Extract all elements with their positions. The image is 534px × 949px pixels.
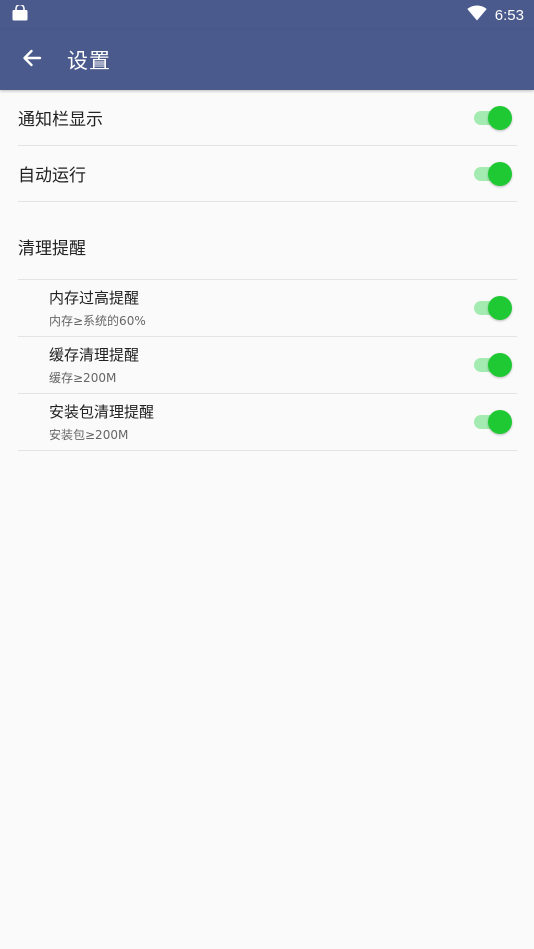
setting-auto-run[interactable]: 自动运行 <box>18 146 517 202</box>
setting-description: 缓存≥200M <box>49 371 117 385</box>
toggle-thumb <box>488 161 512 186</box>
setting-cache-alert[interactable]: 缓存清理提醒 缓存≥200M <box>18 337 517 394</box>
wifi-icon <box>467 5 487 25</box>
setting-apk-alert[interactable]: 安装包清理提醒 安装包≥200M <box>18 394 517 451</box>
arrow-left-icon <box>22 48 42 72</box>
setting-label: 通知栏显示 <box>18 110 103 130</box>
status-time: 6:53 <box>494 6 524 24</box>
setting-notification-bar[interactable]: 通知栏显示 <box>18 90 517 146</box>
apk-alert-toggle[interactable] <box>474 410 512 434</box>
back-button[interactable] <box>0 30 64 90</box>
section-header-cleanup: 清理提醒 <box>18 202 517 280</box>
setting-title: 安装包清理提醒 <box>49 403 155 421</box>
toggle-thumb <box>488 410 512 434</box>
setting-title: 内存过高提醒 <box>49 289 140 307</box>
shopping-bag-icon <box>11 3 29 25</box>
notification-bar-toggle[interactable] <box>474 105 512 130</box>
setting-label: 自动运行 <box>18 166 86 186</box>
auto-run-toggle[interactable] <box>474 161 512 186</box>
memory-alert-toggle[interactable] <box>474 296 512 320</box>
app-bar: 设置 <box>0 30 534 90</box>
toggle-thumb <box>488 353 512 377</box>
setting-description: 安装包≥200M <box>49 428 129 442</box>
toggle-thumb <box>488 296 512 320</box>
toggle-thumb <box>488 105 512 130</box>
setting-title: 缓存清理提醒 <box>49 346 140 364</box>
setting-description: 内存≥系统的60% <box>49 314 146 328</box>
cache-alert-toggle[interactable] <box>474 353 512 377</box>
settings-list: 通知栏显示 自动运行 清理提醒 内存过高提醒 内存≥系统的60% 缓存清理提醒 … <box>0 90 534 451</box>
status-bar: 6:53 <box>0 0 534 30</box>
setting-memory-alert[interactable]: 内存过高提醒 内存≥系统的60% <box>18 280 517 337</box>
page-title: 设置 <box>67 49 111 73</box>
